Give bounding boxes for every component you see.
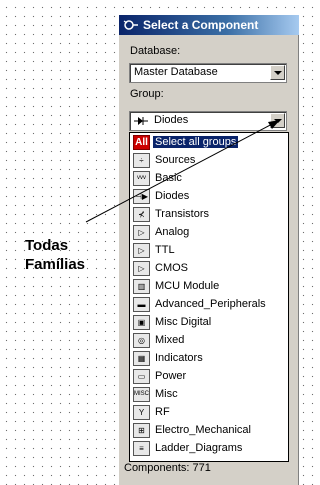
group-item-ttl[interactable]: ▷ TTL	[132, 242, 286, 260]
database-select[interactable]: Master Database	[129, 63, 287, 83]
advanced-peripherals-icon: ▬	[133, 297, 150, 312]
group-item-label: Transistors	[155, 208, 209, 220]
group-item-all-groups[interactable]: All Select all groups	[132, 134, 286, 152]
group-item-label: RF	[155, 406, 170, 418]
power-icon: ▭	[133, 369, 150, 384]
group-item-label: Select all groups	[153, 136, 239, 148]
group-item-ladder-diagrams[interactable]: ≡ Ladder_Diagrams	[132, 440, 286, 458]
group-item-diodes[interactable]: ⊣▶ Diodes	[132, 188, 286, 206]
title-bar[interactable]: Select a Component	[119, 15, 299, 35]
group-item-rf[interactable]: Y RF	[132, 404, 286, 422]
group-item-mixed[interactable]: ◎ Mixed	[132, 332, 286, 350]
ladder-diagrams-icon: ≡	[133, 441, 150, 456]
group-item-label: Misc	[155, 388, 178, 400]
group-select[interactable]: Diodes	[129, 111, 287, 131]
group-item-misc-digital[interactable]: ▣ Misc Digital	[132, 314, 286, 332]
chevron-down-icon	[274, 119, 282, 123]
diodes-icon: ⊣▶	[133, 189, 150, 204]
group-item-label: CMOS	[155, 262, 188, 274]
misc-icon: MISC	[133, 387, 150, 402]
annotation-line-1: Todas	[25, 237, 69, 254]
group-item-label: Mixed	[155, 334, 185, 346]
group-item-mcu-module[interactable]: ▥ MCU Module	[132, 278, 286, 296]
select-component-window: Select a Component Database: Master Data…	[118, 14, 299, 485]
group-item-label: Misc Digital	[155, 316, 212, 328]
group-item-label: MCU Module	[155, 280, 220, 292]
group-item-basic[interactable]: vvv Basic	[132, 170, 286, 188]
group-item-cmos[interactable]: ▷ CMOS	[132, 260, 286, 278]
components-count: Components: 771	[124, 462, 211, 474]
group-value: Diodes	[154, 114, 189, 126]
all-groups-icon: All	[133, 135, 150, 150]
misc-digital-icon: ▣	[133, 315, 150, 330]
cmos-icon: ▷	[133, 261, 150, 276]
group-item-power[interactable]: ▭ Power	[132, 368, 286, 386]
group-item-label: TTL	[155, 244, 175, 256]
electro-mechanical-icon: ⊞	[133, 423, 150, 438]
basic-icon: vvv	[133, 171, 150, 186]
sources-icon: ÷	[133, 153, 150, 168]
group-item-indicators[interactable]: ▦ Indicators	[132, 350, 286, 368]
group-item-label: Analog	[155, 226, 190, 238]
group-item-label: Electro_Mechanical	[155, 424, 251, 436]
window-title: Select a Component	[143, 18, 259, 32]
group-item-electro-mechanical[interactable]: ⊞ Electro_Mechanical	[132, 422, 286, 440]
group-item-advanced-peripherals[interactable]: ▬ Advanced_Peripherals	[132, 296, 286, 314]
diode-icon	[134, 115, 148, 127]
group-item-label: Power	[155, 370, 187, 382]
indicators-icon: ▦	[133, 351, 150, 366]
group-dropdown-list: All Select all groups ÷ Sources vvv Basic ⊣▶ Di…	[129, 132, 289, 462]
group-item-label: Diodes	[155, 190, 190, 202]
database-label: Database:	[130, 45, 181, 57]
group-label: Group:	[130, 88, 164, 100]
group-item-label: Basic	[155, 172, 182, 184]
database-dropdown-button[interactable]	[270, 65, 285, 80]
group-dropdown-button[interactable]	[270, 113, 285, 128]
mixed-icon: ◎	[133, 333, 150, 348]
component-icon	[123, 20, 138, 30]
mcu-module-icon: ▥	[133, 279, 150, 294]
group-item-label: Ladder_Diagrams	[155, 442, 243, 454]
analog-icon: ▷	[133, 225, 150, 240]
group-item-analog[interactable]: ▷ Analog	[132, 224, 286, 242]
chevron-down-icon	[274, 71, 282, 75]
group-item-transistors[interactable]: ⊀ Transistors	[132, 206, 286, 224]
database-value: Master Database	[134, 66, 218, 78]
transistors-icon: ⊀	[133, 207, 150, 222]
annotation: Todas Famílias	[25, 236, 85, 274]
group-item-label: Advanced_Peripherals	[155, 298, 266, 310]
group-item-misc[interactable]: MISC Misc	[132, 386, 286, 404]
group-item-sources[interactable]: ÷ Sources	[132, 152, 286, 170]
group-item-label: Indicators	[155, 352, 203, 364]
annotation-line-2: Famílias	[25, 256, 86, 273]
ttl-icon: ▷	[133, 243, 150, 258]
group-item-label: Sources	[155, 154, 196, 166]
rf-icon: Y	[133, 405, 150, 420]
